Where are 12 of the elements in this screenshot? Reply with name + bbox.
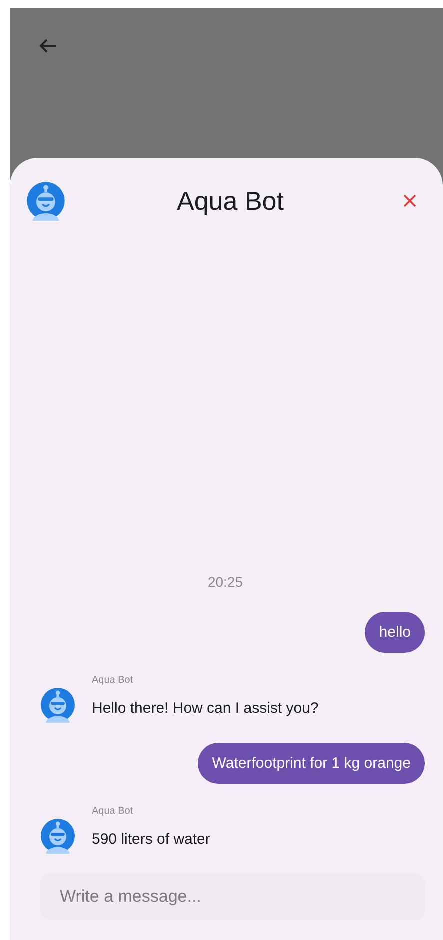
user-message: hello (365, 612, 425, 653)
sender-name: Aqua Bot (92, 675, 134, 686)
message-timestamp: 20:25 (208, 574, 244, 590)
robot-avatar-icon (26, 181, 66, 221)
robot-avatar-icon (40, 818, 76, 854)
bot-message: Hello there! How can I assist you? (92, 699, 319, 719)
chat-title: Aqua Bot (176, 186, 285, 216)
user-message: Waterfootprint for 1 kg orange (198, 743, 425, 784)
message-input-field[interactable]: Write a message... (40, 874, 425, 920)
bot-message: 590 liters of water (92, 830, 210, 850)
robot-avatar-icon (40, 687, 76, 723)
sender-name: Aqua Bot (92, 806, 134, 817)
